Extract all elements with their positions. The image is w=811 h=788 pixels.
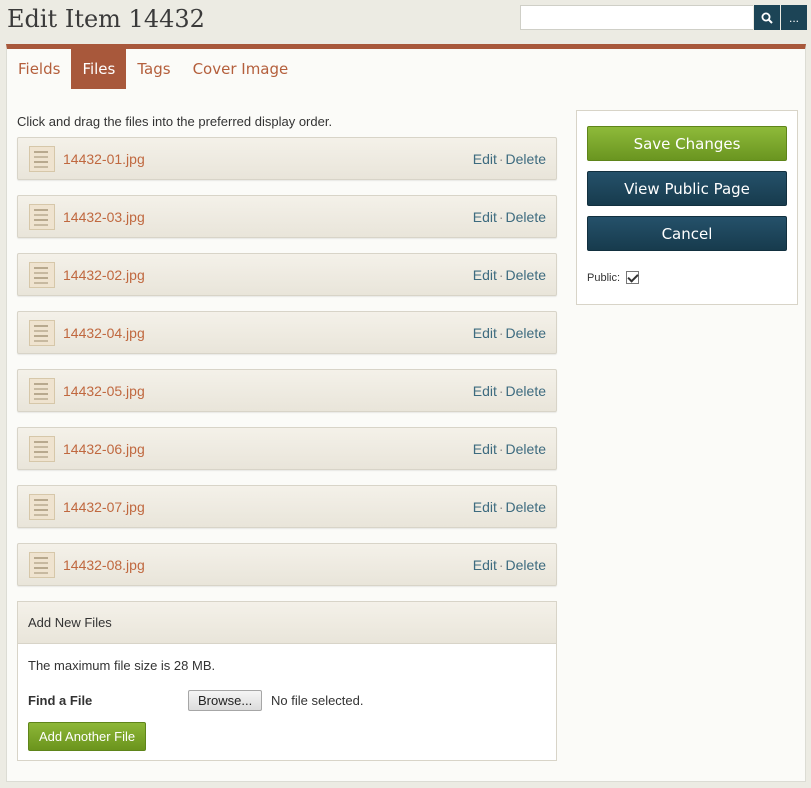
tab-bar: Fields Files Tags Cover Image <box>7 49 299 89</box>
add-files-heading: Add New Files <box>18 602 556 644</box>
action-separator: · <box>498 151 504 167</box>
file-name-link[interactable]: 14432-08.jpg <box>63 557 145 573</box>
save-changes-button[interactable]: Save Changes <box>587 126 787 161</box>
action-separator: · <box>498 209 504 225</box>
edit-file-link[interactable]: Edit <box>473 209 497 225</box>
delete-file-link[interactable]: Delete <box>506 209 546 225</box>
delete-file-link[interactable]: Delete <box>506 441 546 457</box>
file-row[interactable]: 14432-06.jpg Edit · Delete <box>17 427 557 470</box>
public-toggle-row: Public: <box>587 271 640 284</box>
public-checkbox[interactable] <box>626 271 640 284</box>
add-files-panel: Add New Files The maximum file size is 2… <box>17 601 557 761</box>
search-icon <box>761 12 773 24</box>
action-panel: Save Changes View Public Page Cancel Pub… <box>576 110 798 305</box>
cancel-button[interactable]: Cancel <box>587 216 787 251</box>
file-actions: Edit · Delete <box>473 325 546 341</box>
edit-file-link[interactable]: Edit <box>473 267 497 283</box>
file-actions: Edit · Delete <box>473 499 546 515</box>
action-separator: · <box>498 383 504 399</box>
file-row[interactable]: 14432-08.jpg Edit · Delete <box>17 543 557 586</box>
edit-file-link[interactable]: Edit <box>473 441 497 457</box>
advanced-search-button[interactable]: ... <box>781 5 807 30</box>
file-thumbnail <box>29 146 55 172</box>
delete-file-link[interactable]: Delete <box>506 325 546 341</box>
file-row[interactable]: 14432-05.jpg Edit · Delete <box>17 369 557 412</box>
file-name-link[interactable]: 14432-06.jpg <box>63 441 145 457</box>
tab-files[interactable]: Files <box>71 49 127 89</box>
file-order-instructions: Click and drag the files into the prefer… <box>17 114 333 129</box>
public-label: Public: <box>587 271 621 284</box>
delete-file-link[interactable]: Delete <box>506 383 546 399</box>
page-title: Edit Item 14432 <box>7 5 205 33</box>
file-actions: Edit · Delete <box>473 441 546 457</box>
find-file-label: Find a File <box>28 693 93 708</box>
file-actions: Edit · Delete <box>473 267 546 283</box>
file-thumbnail <box>29 320 55 346</box>
edit-file-link[interactable]: Edit <box>473 499 497 515</box>
file-row[interactable]: 14432-07.jpg Edit · Delete <box>17 485 557 528</box>
file-name-link[interactable]: 14432-02.jpg <box>63 267 145 283</box>
file-thumbnail <box>29 494 55 520</box>
file-actions: Edit · Delete <box>473 557 546 573</box>
main-panel: Fields Files Tags Cover Image Click and … <box>6 44 806 782</box>
action-separator: · <box>498 441 504 457</box>
file-thumbnail <box>29 204 55 230</box>
edit-file-link[interactable]: Edit <box>473 325 497 341</box>
search-button[interactable] <box>754 5 780 30</box>
tab-tags[interactable]: Tags <box>126 49 181 89</box>
edit-file-link[interactable]: Edit <box>473 383 497 399</box>
file-actions: Edit · Delete <box>473 209 546 225</box>
action-separator: · <box>498 325 504 341</box>
tab-fields[interactable]: Fields <box>7 49 71 89</box>
file-name-link[interactable]: 14432-04.jpg <box>63 325 145 341</box>
file-name-link[interactable]: 14432-01.jpg <box>63 151 145 167</box>
file-list: 14432-01.jpg Edit · Delete 14432-03.jpg Edit ·… <box>17 137 557 601</box>
file-row[interactable]: 14432-04.jpg Edit · Delete <box>17 311 557 354</box>
action-separator: · <box>498 499 504 515</box>
delete-file-link[interactable]: Delete <box>506 267 546 283</box>
file-actions: Edit · Delete <box>473 383 546 399</box>
file-name-link[interactable]: 14432-05.jpg <box>63 383 145 399</box>
file-actions: Edit · Delete <box>473 151 546 167</box>
view-public-page-button[interactable]: View Public Page <box>587 171 787 206</box>
file-thumbnail <box>29 378 55 404</box>
file-row[interactable]: 14432-03.jpg Edit · Delete <box>17 195 557 238</box>
file-thumbnail <box>29 436 55 462</box>
edit-file-link[interactable]: Edit <box>473 151 497 167</box>
file-thumbnail <box>29 262 55 288</box>
search-bar: ... <box>520 5 807 30</box>
file-name-link[interactable]: 14432-03.jpg <box>63 209 145 225</box>
tab-cover-image[interactable]: Cover Image <box>182 49 300 89</box>
search-input[interactable] <box>520 5 753 30</box>
action-separator: · <box>498 557 504 573</box>
file-row[interactable]: 14432-01.jpg Edit · Delete <box>17 137 557 180</box>
file-thumbnail <box>29 552 55 578</box>
file-name-link[interactable]: 14432-07.jpg <box>63 499 145 515</box>
browse-button[interactable]: Browse... <box>188 690 263 711</box>
add-another-file-button[interactable]: Add Another File <box>28 722 147 751</box>
file-row[interactable]: 14432-02.jpg Edit · Delete <box>17 253 557 296</box>
delete-file-link[interactable]: Delete <box>506 151 546 167</box>
delete-file-link[interactable]: Delete <box>506 557 546 573</box>
action-separator: · <box>498 267 504 283</box>
max-file-size-note: The maximum file size is 28 MB. <box>28 658 216 673</box>
no-file-selected-text: No file selected. <box>271 693 364 708</box>
delete-file-link[interactable]: Delete <box>506 499 546 515</box>
edit-file-link[interactable]: Edit <box>473 557 497 573</box>
